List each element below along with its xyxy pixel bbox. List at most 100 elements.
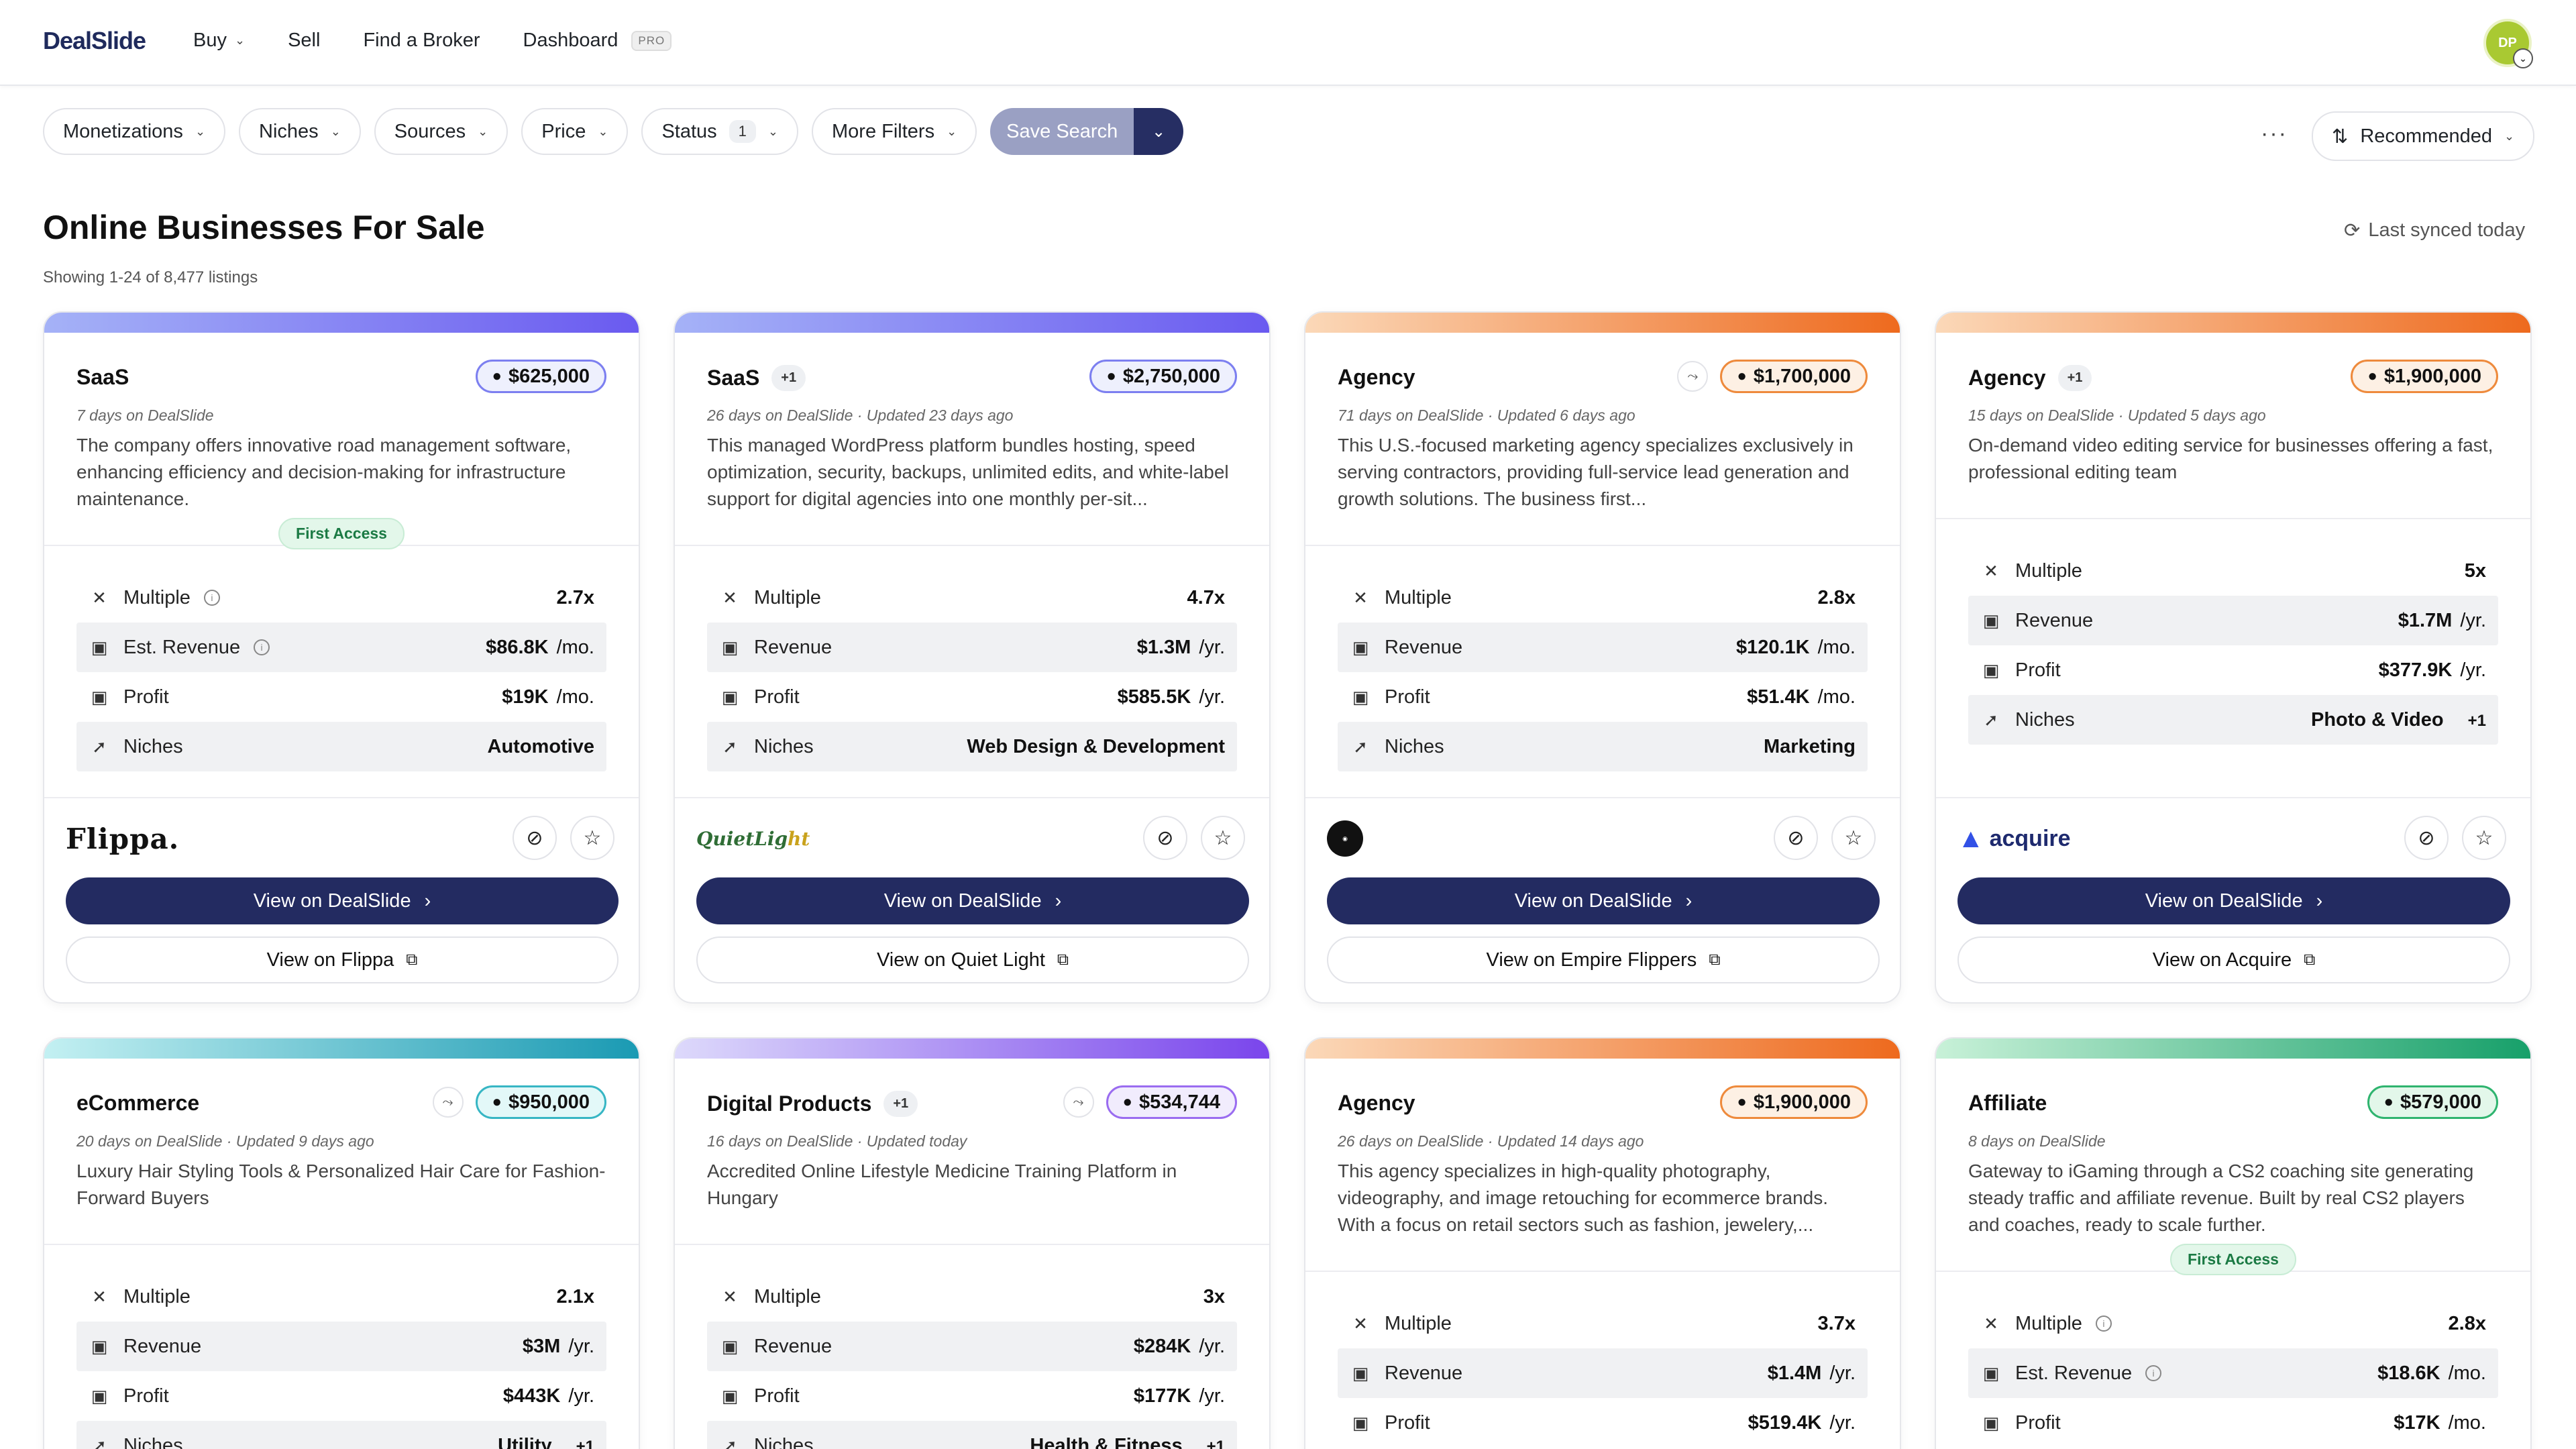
- listing-card[interactable]: Digital Products +1 ⤳ ● $534,744 16 days…: [674, 1037, 1271, 1449]
- nav-item-label: Buy: [193, 30, 227, 51]
- view-on-dealslide-button[interactable]: View on DealSlide ›: [696, 877, 1249, 924]
- listing-card[interactable]: Affiliate ● $579,000 8 days on DealSlide…: [1935, 1037, 2532, 1449]
- listing-card[interactable]: Agency +1 ● $1,900,000 15 days on DealSl…: [1935, 311, 2532, 1004]
- hide-button[interactable]: ⊘: [513, 816, 557, 860]
- chevron-right-icon: ›: [424, 890, 431, 912]
- price-value: $625,000: [508, 365, 590, 387]
- stat-row-multiple: ✕ Multiple 5x: [1968, 546, 2498, 596]
- stat-label: Profit: [123, 1385, 169, 1407]
- stat-row-niches: ➚ Niches Utility +1: [76, 1421, 606, 1449]
- favorite-button[interactable]: ☆: [2462, 816, 2506, 860]
- favorite-button[interactable]: ☆: [1201, 816, 1245, 860]
- filter-monetizations[interactable]: Monetizations ⌄: [43, 108, 226, 155]
- stat-label: Profit: [123, 686, 169, 708]
- stat-value: $19K: [502, 686, 549, 708]
- listing-card[interactable]: Agency ● $1,900,000 26 days on DealSlide…: [1304, 1037, 1901, 1449]
- view-on-dealslide-button[interactable]: View on DealSlide ›: [66, 877, 619, 924]
- nav-item-find-broker[interactable]: Find a Broker: [363, 30, 480, 52]
- filter-more[interactable]: More Filters ⌄: [812, 108, 977, 155]
- stat-row-niches: ➚ Niches Marketing: [1338, 722, 1868, 771]
- external-link-icon: ⧉: [406, 951, 418, 969]
- sync-label: Last synced today: [2368, 219, 2526, 241]
- listing-description: Luxury Hair Styling Tools & Personalized…: [76, 1161, 606, 1208]
- stat-row-niches: ➚ Niches Web Design & Development: [707, 722, 1237, 771]
- stats-table: ✕ Multiple 3x ▣ Revenue $284K/yr. ▣ Profit …: [675, 1245, 1269, 1449]
- info-icon[interactable]: i: [203, 590, 220, 606]
- view-on-source-button[interactable]: View on Quiet Light ⧉: [696, 936, 1249, 983]
- nav-item-label: Find a Broker: [363, 30, 480, 51]
- nav-item-sell[interactable]: Sell: [288, 30, 320, 52]
- listing-meta: 8 days on DealSlide: [1968, 1132, 2106, 1150]
- price-value: $2,750,000: [1122, 365, 1220, 387]
- hide-button[interactable]: ⊘: [1143, 816, 1187, 860]
- stat-row-profit: ▣ Profit $377.9K/yr.: [1968, 645, 2498, 695]
- stat-unit: /yr.: [1199, 636, 1225, 658]
- listing-category: eCommerce: [76, 1091, 199, 1116]
- info-icon[interactable]: i: [254, 639, 270, 655]
- listing-description: This U.S.-focused marketing agency speci…: [1338, 435, 1854, 509]
- stat-label: Revenue: [1385, 1362, 1463, 1384]
- sort-dropdown[interactable]: ⇅ Recommended ⌄: [2312, 111, 2535, 161]
- stat-value: Health & Fitness: [1030, 1434, 1183, 1449]
- price-area: ⤳ ● $534,744: [1063, 1085, 1237, 1119]
- view-on-dealslide-button[interactable]: View on DealSlide ›: [1327, 877, 1880, 924]
- price-value: $1,700,000: [1753, 365, 1851, 387]
- stat-value: $519.4K: [1748, 1411, 1822, 1434]
- trend-icon: ⤳: [1063, 1087, 1094, 1118]
- refresh-icon: ⟳: [2344, 220, 2361, 241]
- view-on-source-button[interactable]: View on Flippa ⧉: [66, 936, 619, 983]
- category-label: Digital Products: [707, 1091, 872, 1116]
- favorite-button[interactable]: ☆: [570, 816, 614, 860]
- filter-sources[interactable]: Sources ⌄: [374, 108, 508, 155]
- save-search-button[interactable]: Save Search: [990, 108, 1134, 155]
- view-on-source-button[interactable]: View on Empire Flippers ⧉: [1327, 936, 1880, 983]
- price-area: ● $1,900,000: [2351, 360, 2498, 393]
- hide-button[interactable]: ⊘: [2404, 816, 2449, 860]
- filter-label: Monetizations: [63, 120, 183, 142]
- filter-niches[interactable]: Niches ⌄: [239, 108, 361, 155]
- price-area: ● $579,000: [2367, 1085, 2498, 1119]
- filter-status[interactable]: Status 1 ⌄: [641, 108, 798, 155]
- stat-value: Marketing: [1764, 735, 1856, 757]
- star-icon: ☆: [583, 826, 602, 849]
- info-icon[interactable]: i: [2095, 1316, 2112, 1332]
- view-on-dealslide-button[interactable]: View on DealSlide ›: [1957, 877, 2510, 924]
- stats-table: ✕ Multiple i 2.7x ▣ Est. Revenue i $86.8K/mo…: [44, 546, 639, 771]
- stat-row-revenue: ▣ Est. Revenue i $86.8K/mo.: [76, 623, 606, 672]
- hide-button[interactable]: ⊘: [1774, 816, 1818, 860]
- save-search-dropdown[interactable]: ⌄: [1134, 108, 1184, 155]
- trend-icon: ⤳: [1677, 361, 1709, 392]
- filter-price[interactable]: Price ⌄: [521, 108, 629, 155]
- listing-card[interactable]: Agency ⤳ ● $1,700,000 71 days on DealSli…: [1304, 311, 1901, 1004]
- profit-icon: ▣: [721, 1385, 739, 1406]
- chevron-down-icon: ⌄: [234, 34, 246, 47]
- close-icon: ✕: [92, 587, 107, 608]
- stat-label: Revenue: [754, 1335, 833, 1357]
- stat-label: Est. Revenue: [2015, 1362, 2133, 1384]
- card-actions: ⊘ ☆: [1143, 816, 1245, 860]
- card-header: Agency ● $1,900,000 26 days on DealSlide…: [1305, 1059, 1900, 1272]
- listing-card[interactable]: SaaS +1 ● $2,750,000 26 days on DealSlid…: [674, 311, 1271, 1004]
- listing-category: Agency: [1338, 1091, 1415, 1116]
- brand-logo[interactable]: DealSlide: [43, 27, 146, 55]
- listing-card[interactable]: SaaS ● $625,000 7 days on DealSlide The …: [43, 311, 640, 1004]
- source-logo-quiet-light: QuietLight: [696, 818, 810, 859]
- price-badge: ● $1,900,000: [2351, 360, 2498, 393]
- stat-unit: /yr.: [2460, 659, 2486, 681]
- stat-value: Automotive: [487, 735, 595, 757]
- listing-card[interactable]: eCommerce ⤳ ● $950,000 20 days on DealSl…: [43, 1037, 640, 1449]
- price-badge: ● $1,900,000: [1720, 1085, 1868, 1119]
- chevron-right-icon: ›: [1685, 890, 1693, 912]
- user-avatar[interactable]: DP ⌄: [2483, 19, 2533, 68]
- category-bar: [1936, 313, 2530, 333]
- stats-table: ✕ Multiple 5x ▣ Revenue $1.7M/yr. ▣ Profit …: [1936, 519, 2530, 745]
- info-icon[interactable]: i: [2145, 1365, 2162, 1381]
- more-options-icon[interactable]: ···: [2261, 121, 2288, 147]
- chevron-down-icon: ⌄: [478, 124, 488, 138]
- favorite-button[interactable]: ☆: [1831, 816, 1876, 860]
- pro-badge: PRO: [631, 30, 672, 51]
- close-icon: ✕: [1353, 1313, 1368, 1334]
- nav-item-dashboard[interactable]: Dashboard PRO: [523, 30, 672, 52]
- view-on-source-button[interactable]: View on Acquire ⧉: [1957, 936, 2510, 983]
- nav-item-buy[interactable]: Buy ⌄: [193, 30, 245, 52]
